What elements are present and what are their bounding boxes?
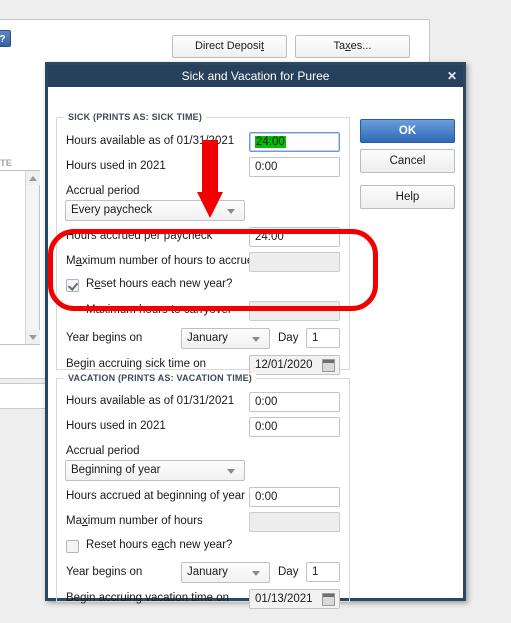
dialog-titlebar: Sick and Vacation for Puree ✕ (48, 65, 463, 87)
sick-begin-accruing-label: Begin accruing sick time on (66, 358, 206, 370)
direct-deposit-mnemonic: t (260, 40, 265, 52)
sick-begin-accruing-date-value: 12/01/2020 (255, 359, 313, 371)
sick-max-hours-label-b: ximum number of hours to accrue (82, 255, 254, 267)
sick-reset-hours-checkbox[interactable] (66, 279, 79, 292)
vacation-begin-accruing-date-value: 01/13/2021 (255, 593, 313, 605)
vacation-hours-available-input[interactable]: 0:00 (249, 392, 340, 412)
direct-deposit-label-a: Direct Deposi (194, 40, 261, 52)
rate-column-header: ATE (0, 158, 13, 168)
sick-hours-available-value: 24:00 (255, 136, 286, 148)
vacation-accrual-period-select[interactable]: Beginning of year (65, 460, 245, 481)
vacation-year-begins-month-value: January (187, 566, 228, 578)
sick-hours-accrued-label: Hours accrued per paycheck (66, 230, 213, 242)
sick-day-label: Day (278, 332, 299, 344)
taxes-label-a: Ta (333, 40, 346, 52)
listbox-scrollbar[interactable] (25, 171, 40, 344)
sick-year-begins-label: Year begins on (66, 332, 143, 344)
sick-hours-used-input[interactable]: 0:00 (249, 157, 340, 177)
chevron-down-icon (227, 469, 235, 474)
vacation-accrual-period-value: Beginning of year (71, 464, 161, 476)
vacation-hours-accrued-input[interactable]: 0:00 (249, 487, 340, 507)
sick-carryover-label: Maximum hours to carryover (86, 304, 232, 316)
taxes-button[interactable]: Taxes... (295, 35, 410, 58)
vacation-day-label: Day (278, 566, 299, 578)
scroll-down-icon[interactable] (26, 330, 40, 344)
vacation-section-legend: VACATION (PRINTS AS: VACATION TIME) (64, 373, 256, 383)
vacation-max-hours-input[interactable] (249, 512, 340, 532)
sick-accrual-period-label: Accrual period (66, 185, 140, 197)
background-listbox (0, 170, 40, 345)
scroll-up-icon[interactable] (26, 171, 40, 185)
sick-max-hours-input[interactable] (249, 252, 340, 272)
chevron-down-icon (252, 571, 260, 576)
dialog-title: Sick and Vacation for Puree (181, 69, 330, 83)
vacation-reset-label-a: Reset hours e (86, 539, 158, 551)
vacation-reset-hours-checkbox[interactable] (66, 540, 79, 553)
vacation-max-hours-label-b: imum number of hours (87, 515, 203, 527)
sick-begin-accruing-date-input[interactable]: 12/01/2020 (249, 355, 340, 375)
sick-and-vacation-dialog: Sick and Vacation for Puree ✕ SICK (PRIN… (45, 62, 466, 609)
help-button[interactable]: Help (360, 185, 455, 209)
cancel-button[interactable]: Cancel (360, 149, 455, 173)
sick-hours-available-label: Hours available as of 01/31/2021 (66, 135, 235, 147)
calendar-icon[interactable] (322, 359, 335, 372)
vacation-hours-accrued-label: Hours accrued at beginning of year (66, 490, 245, 502)
sick-max-hours-label-a: M (66, 255, 76, 267)
direct-deposit-button[interactable]: Direct Deposit (172, 35, 287, 58)
vacation-reset-label-b: ch new year? (164, 539, 233, 551)
sick-carryover-input[interactable] (249, 301, 340, 321)
sick-reset-hours-label: Reset hours each new year? (86, 278, 232, 290)
ok-button[interactable]: OK (360, 119, 455, 143)
vacation-accrual-period-label: Accrual period (66, 445, 140, 457)
vacation-year-begins-month-select[interactable]: January (181, 562, 270, 583)
sick-accrual-period-select[interactable]: Every paycheck (65, 200, 245, 221)
calendar-icon[interactable] (322, 593, 335, 606)
vacation-day-input[interactable]: 1 (306, 562, 340, 582)
sick-hours-used-label: Hours used in 2021 (66, 160, 166, 172)
vacation-hours-available-label: Hours available as of 01/31/2021 (66, 395, 235, 407)
sick-accrual-period-value: Every paycheck (71, 204, 153, 216)
taxes-label-b: es... (350, 40, 372, 52)
sick-hours-accrued-input[interactable]: 24:00 (249, 227, 340, 247)
help-badge-icon[interactable]: ? (0, 30, 11, 47)
sick-section-legend: SICK (PRINTS AS: SICK TIME) (64, 112, 207, 122)
vacation-year-begins-label: Year begins on (66, 566, 143, 578)
vacation-begin-accruing-label: Begin accruing vacation time on (66, 592, 230, 604)
sick-year-begins-month-value: January (187, 332, 228, 344)
sick-hours-available-input[interactable]: 24:00 (249, 132, 340, 152)
sick-reset-label-b: set hours each new year? (100, 278, 233, 290)
chevron-down-icon (252, 337, 260, 342)
vacation-reset-hours-label: Reset hours each new year? (86, 539, 232, 551)
dialog-body: SICK (PRINTS AS: SICK TIME) Hours availa… (48, 87, 463, 609)
sick-max-hours-label: Maximum number of hours to accrue (66, 255, 253, 267)
vacation-max-hours-label: Maximum number of hours (66, 515, 203, 527)
chevron-down-icon (227, 209, 235, 214)
close-icon[interactable]: ✕ (447, 65, 457, 87)
vacation-hours-used-input[interactable]: 0:00 (249, 417, 340, 437)
vacation-max-hours-label-a: Ma (66, 515, 82, 527)
sick-day-input[interactable]: 1 (306, 328, 340, 348)
vacation-begin-accruing-date-input[interactable]: 01/13/2021 (249, 589, 340, 609)
sick-year-begins-month-select[interactable]: January (181, 328, 270, 349)
vacation-hours-used-label: Hours used in 2021 (66, 420, 166, 432)
